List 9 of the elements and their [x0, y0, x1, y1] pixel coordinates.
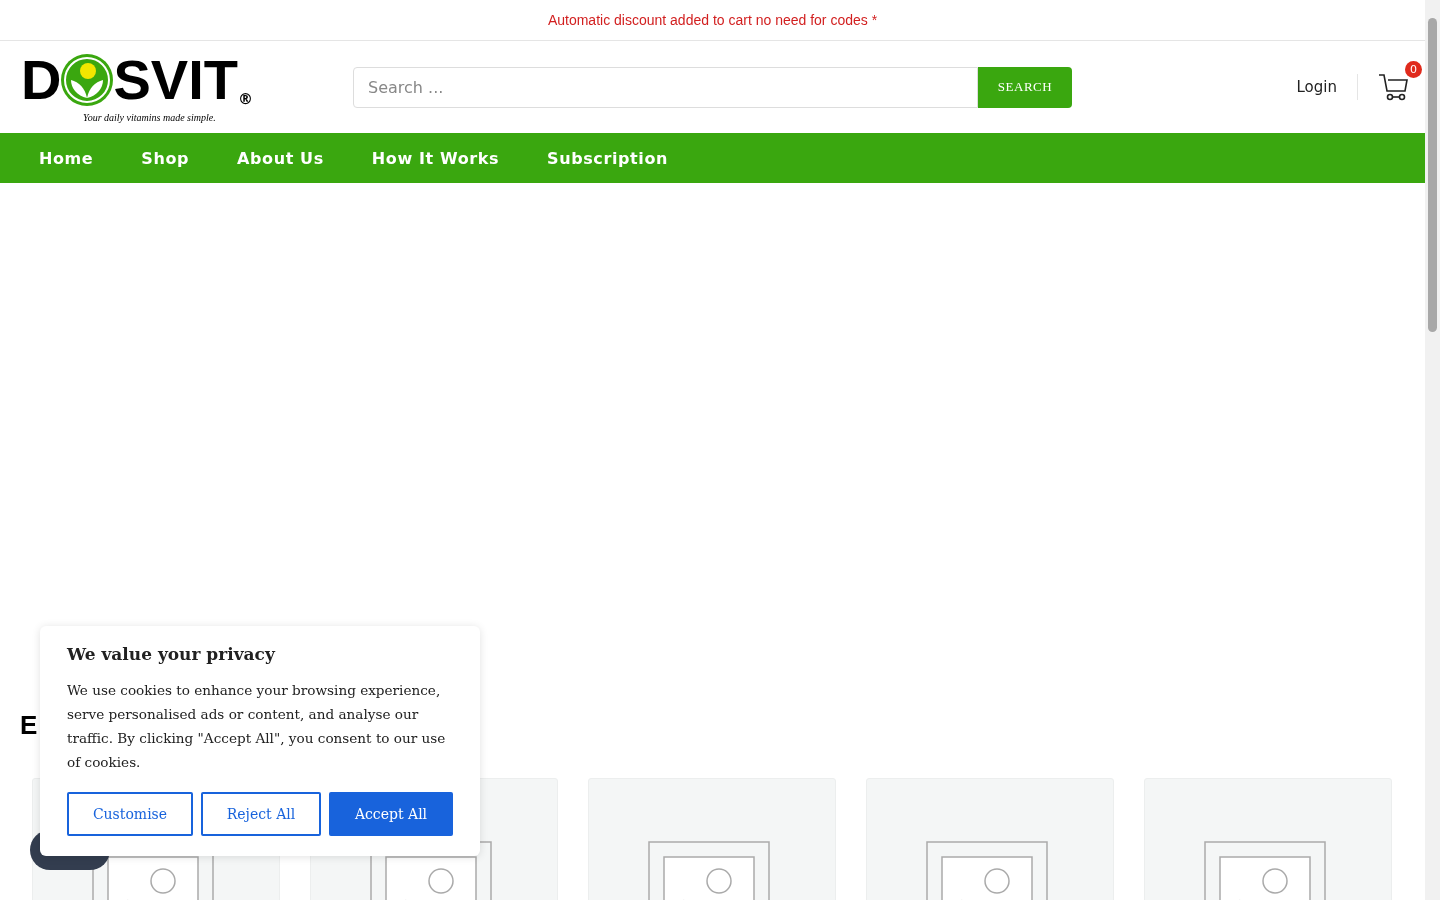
section-heading: E [20, 709, 38, 742]
announcement-text: Automatic discount added to cart no need for codes * [547, 12, 878, 28]
cookie-text: We use cookies to enhance your browsing experience, serve personalised ads or content, and analyse our traffic. By clicking "Accept All", you consent to our use of cookies. [67, 681, 447, 772]
cart-count-badge: 0 [1405, 61, 1422, 78]
cookie-title: We value your privacy [67, 644, 277, 664]
logo-tagline: Your daily vitamins made simple. [83, 111, 217, 123]
logo-text: SVIT [113, 51, 238, 108]
logo-text: D [21, 51, 62, 108]
registered-mark: ® [237, 89, 253, 108]
